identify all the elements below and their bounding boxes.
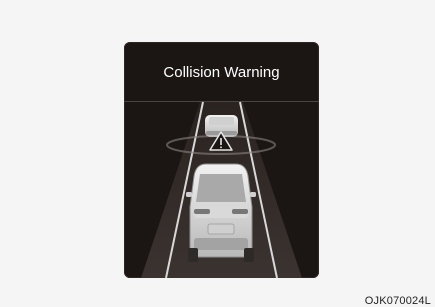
page: Collision Warning OJK070024L <box>0 0 435 307</box>
cluster-display: Collision Warning <box>124 42 319 278</box>
own-vehicle-icon <box>186 163 256 262</box>
figure-code: OJK070024L <box>364 295 431 307</box>
road-scene <box>141 101 302 278</box>
